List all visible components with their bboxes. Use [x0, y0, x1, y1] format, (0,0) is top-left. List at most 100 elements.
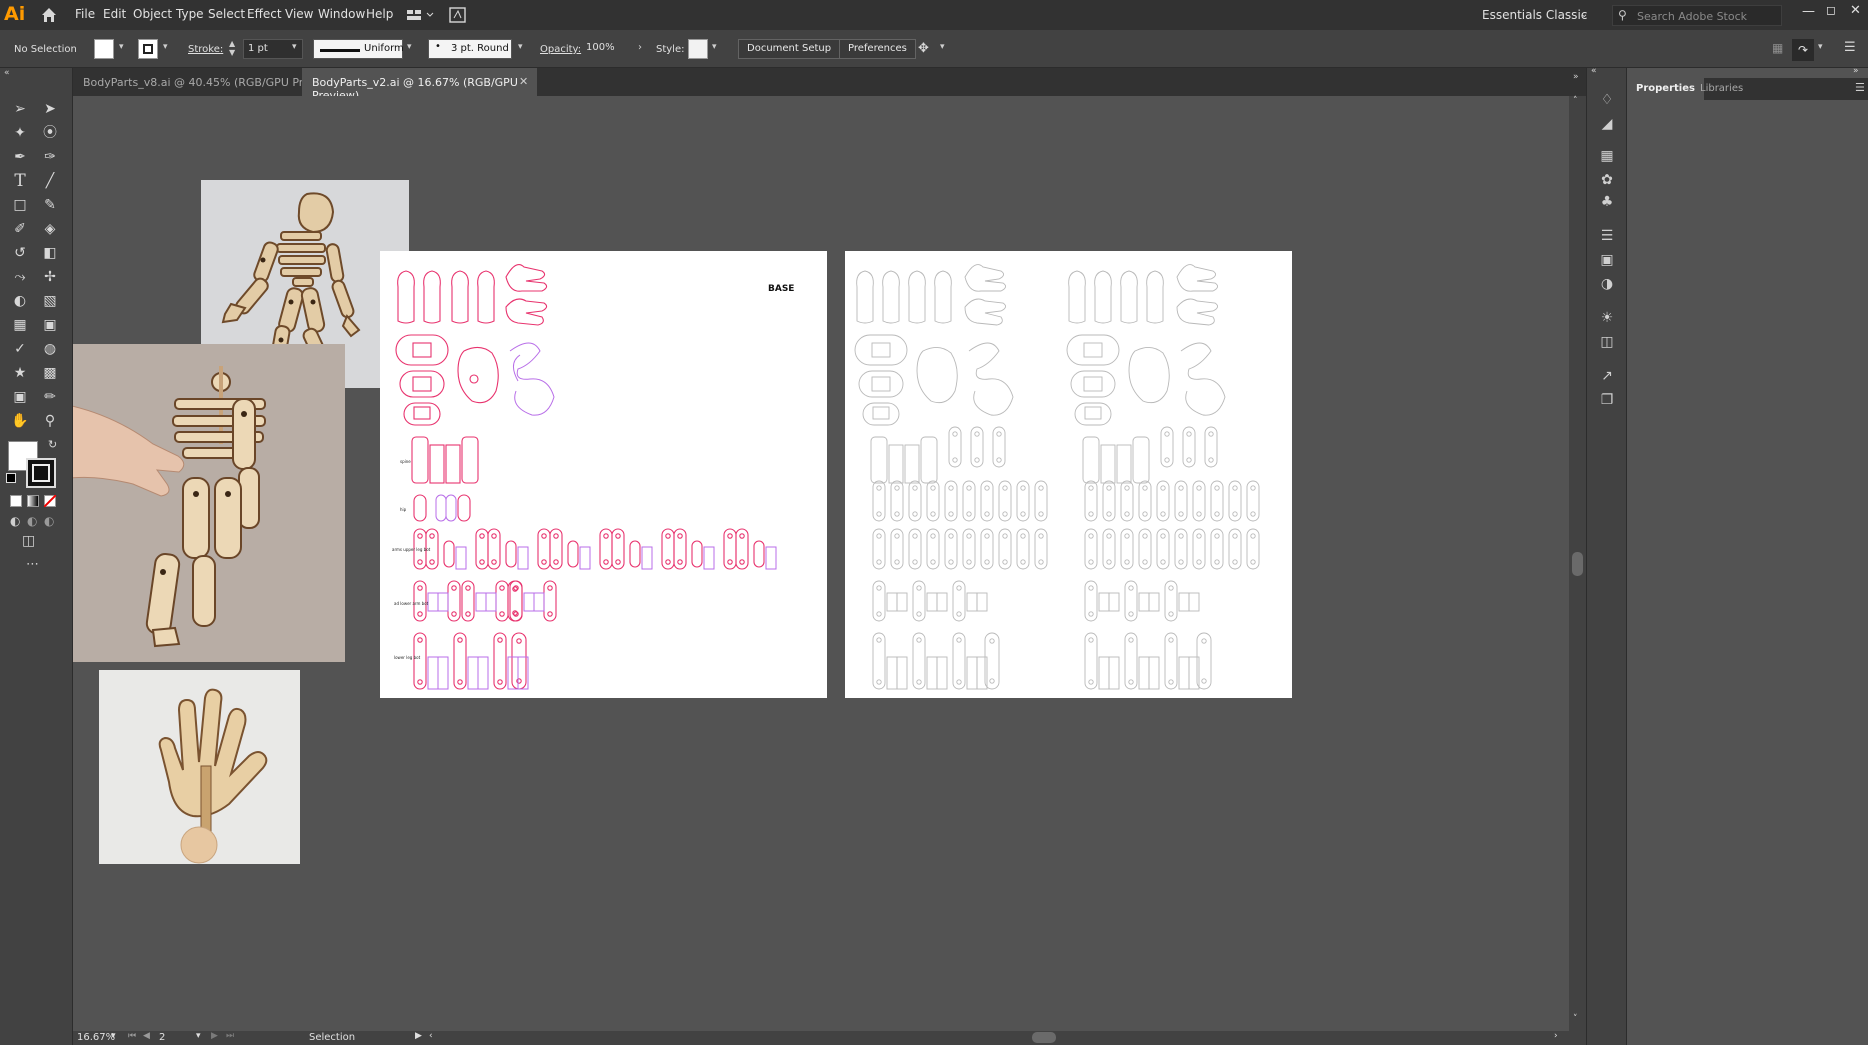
rotate-tool-icon[interactable]: ↺: [8, 242, 32, 264]
artboard-number-field[interactable]: 2: [159, 1032, 165, 1043]
minimize-icon[interactable]: —: [1802, 4, 1815, 19]
scroll-up-icon[interactable]: ˄: [1573, 96, 1578, 106]
preferences-button[interactable]: Preferences: [839, 39, 916, 59]
scale-tool-icon[interactable]: ◧: [38, 242, 62, 264]
horizontal-scrollbar-thumb[interactable]: [1032, 1032, 1056, 1043]
hand-holding-puppet-photo[interactable]: [73, 344, 345, 662]
menu-object[interactable]: Object: [133, 7, 172, 21]
none-mode-icon[interactable]: [44, 495, 56, 507]
vertical-scrollbar[interactable]: ˄ ˅: [1569, 96, 1586, 1031]
appearance-panel-icon[interactable]: ☀: [1597, 308, 1617, 328]
direct-selection-tool-icon[interactable]: ➤: [38, 98, 62, 120]
stroke-swatch[interactable]: [138, 39, 158, 59]
menu-file[interactable]: File: [75, 7, 95, 21]
slice-tool-icon[interactable]: ✏: [38, 386, 62, 408]
draw-inside-icon[interactable]: ◐: [44, 514, 54, 528]
gradient-mode-icon[interactable]: [27, 495, 39, 507]
lasso-tool-icon[interactable]: ⦿: [38, 122, 62, 144]
graphic-styles-panel-icon[interactable]: ◫: [1597, 332, 1617, 352]
gpu-performance-icon[interactable]: [449, 6, 467, 24]
control-menu-icon[interactable]: ☰: [1844, 40, 1856, 55]
next-artboard-icon[interactable]: ▶: [211, 1031, 218, 1041]
edit-toolbar-icon[interactable]: ⋯: [26, 557, 40, 572]
restore-icon[interactable]: ◻: [1826, 3, 1836, 17]
collapse-dock-icon[interactable]: «: [1591, 66, 1597, 76]
hand-piece-photo[interactable]: [99, 670, 300, 864]
graphic-style-swatch[interactable]: [688, 39, 708, 59]
workspace-switcher[interactable]: Essentials Classic: [1482, 8, 1587, 22]
menu-edit[interactable]: Edit: [103, 7, 126, 21]
previous-artboard-icon[interactable]: ◀: [143, 1031, 150, 1041]
menu-type[interactable]: Type: [176, 7, 204, 21]
layers-panel-icon[interactable]: ❐: [1597, 390, 1617, 410]
panel-options-chevron-icon[interactable]: ▾: [1818, 42, 1823, 52]
perspective-grid-tool-icon[interactable]: ▧: [38, 290, 62, 312]
symbol-sprayer-tool-icon[interactable]: ★: [8, 362, 32, 384]
menu-view[interactable]: View: [285, 7, 313, 21]
hand-tool-icon[interactable]: ✋: [8, 410, 32, 432]
vertical-scrollbar-thumb[interactable]: [1572, 552, 1583, 576]
tab-libraries[interactable]: Libraries: [1691, 78, 1752, 100]
symbols-panel-icon[interactable]: ♣: [1597, 192, 1617, 212]
align-options-icon[interactable]: ✥: [918, 41, 929, 56]
column-graph-tool-icon[interactable]: ▩: [38, 362, 62, 384]
canvas[interactable]: spine hip arms upper leg bot ad lower ar…: [73, 96, 1569, 1031]
zoom-level-field[interactable]: 16.67%: [77, 1032, 115, 1043]
gradient-panel-icon[interactable]: ▣: [1597, 250, 1617, 270]
arrange-documents-icon[interactable]: [406, 7, 436, 23]
swap-fill-stroke-icon[interactable]: ↻: [48, 438, 57, 451]
eyedropper-tool-icon[interactable]: ✓: [8, 338, 32, 360]
expand-panels-icon[interactable]: »: [1573, 72, 1579, 82]
stroke-stepper-icon[interactable]: ▲ ▼: [229, 39, 235, 57]
stroke-profile-chevron-icon[interactable]: ▾: [407, 42, 412, 52]
artboard-tool-icon[interactable]: ▣: [8, 386, 32, 408]
magic-wand-tool-icon[interactable]: ✦: [8, 122, 32, 144]
menu-window[interactable]: Window: [318, 7, 365, 21]
brush-select[interactable]: • 3 pt. Round: [428, 39, 512, 59]
opacity-arrow-icon[interactable]: ›: [638, 42, 642, 53]
transparency-panel-icon[interactable]: ◑: [1597, 274, 1617, 294]
home-icon[interactable]: [40, 6, 58, 24]
opacity-field[interactable]: 100%: [582, 39, 630, 59]
stroke-profile-select[interactable]: Uniform: [313, 39, 404, 59]
brush-chevron-icon[interactable]: ▾: [518, 42, 523, 52]
export-panel-icon[interactable]: ↗: [1597, 366, 1617, 386]
color-panel-icon[interactable]: ♢: [1597, 90, 1617, 110]
rectangle-tool-icon[interactable]: □: [8, 194, 32, 216]
eraser-tool-icon[interactable]: ◈: [38, 218, 62, 240]
stroke-label[interactable]: Stroke:: [188, 44, 223, 55]
fill-chevron-icon[interactable]: ▾: [119, 42, 124, 52]
menu-select[interactable]: Select: [208, 7, 245, 21]
line-segment-tool-icon[interactable]: ╱: [38, 170, 62, 192]
status-menu-icon[interactable]: ▶: [415, 1031, 422, 1041]
tab-bodyparts-v2[interactable]: BodyParts_v2.ai @ 16.67% (RGB/GPU Previe…: [302, 68, 537, 102]
color-guide-icon[interactable]: ◢: [1597, 114, 1617, 134]
panel-options-icon[interactable]: ↷: [1792, 39, 1814, 61]
collapse-toolbar-icon[interactable]: «: [4, 68, 10, 78]
style-chevron-icon[interactable]: ▾: [712, 42, 717, 52]
collapse-properties-icon[interactable]: »: [1853, 66, 1859, 76]
brushes-panel-icon[interactable]: ✿: [1597, 170, 1617, 190]
last-artboard-icon[interactable]: ⏭: [226, 1031, 234, 1041]
opacity-label[interactable]: Opacity:: [540, 44, 581, 55]
first-artboard-icon[interactable]: ⏮: [128, 1031, 136, 1041]
puppet-warp-tool-icon[interactable]: ✢: [38, 266, 62, 288]
width-tool-icon[interactable]: ⤳: [8, 266, 32, 288]
stroke-color-swatch[interactable]: [26, 458, 56, 488]
default-colors-icon[interactable]: [6, 473, 16, 483]
scroll-down-icon[interactable]: ˅: [1573, 1014, 1578, 1024]
align-chevron-icon[interactable]: ▾: [940, 42, 945, 52]
scroll-right-icon[interactable]: ›: [1554, 1031, 1558, 1041]
pen-tool-icon[interactable]: ✒: [8, 146, 32, 168]
mesh-tool-icon[interactable]: ▦: [8, 314, 32, 336]
screen-mode-icon[interactable]: ◫: [22, 533, 35, 549]
fill-swatch[interactable]: [94, 39, 114, 59]
draw-behind-icon[interactable]: ◐: [27, 514, 37, 528]
panel-menu-icon[interactable]: ☰: [1855, 81, 1865, 94]
workspace-chevron-icon[interactable]: ⌄: [1580, 9, 1588, 20]
document-setup-button[interactable]: Document Setup: [738, 39, 841, 59]
zoom-chevron-icon[interactable]: ▾: [111, 1031, 116, 1041]
type-tool-icon[interactable]: T: [8, 170, 32, 192]
shaper-tool-icon[interactable]: ✐: [8, 218, 32, 240]
isolate-icon[interactable]: ▦: [1772, 41, 1783, 55]
